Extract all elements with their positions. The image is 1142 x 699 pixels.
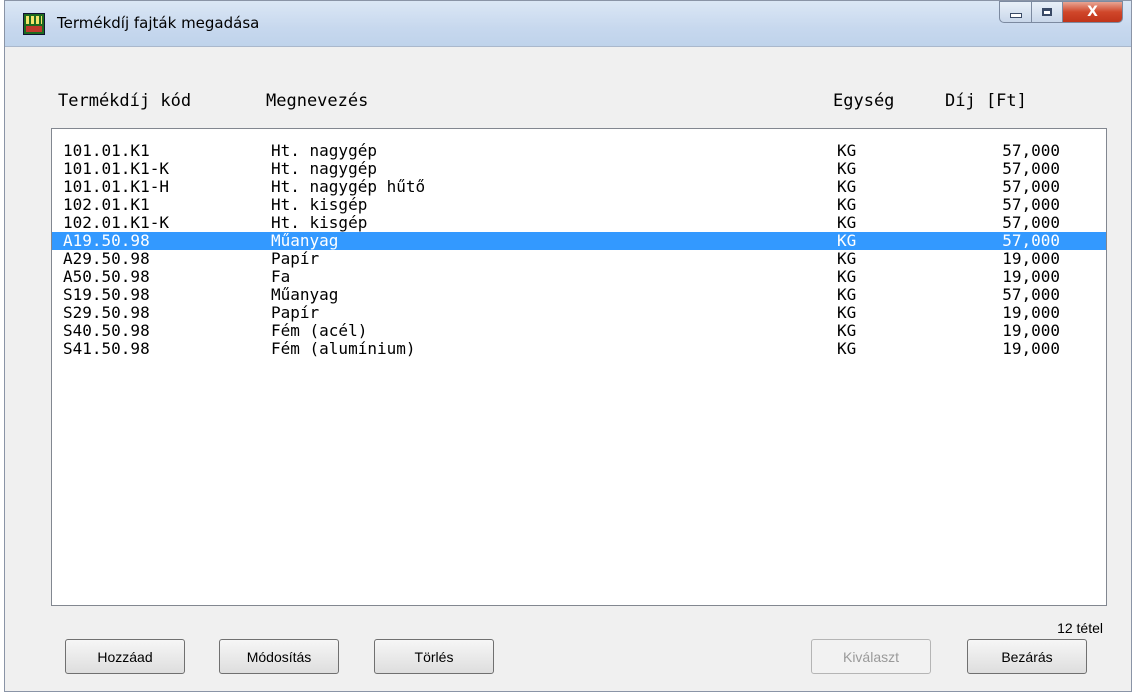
row-code: 102.01.K1-K — [63, 213, 169, 232]
row-fee: 57,000 — [1002, 159, 1060, 178]
list-item[interactable]: S19.50.98 Műanyag KG 57,000 — [52, 286, 1106, 304]
list-item[interactable]: S29.50.98 Papír KG 19,000 — [52, 304, 1106, 322]
row-fee: 19,000 — [1002, 339, 1060, 358]
row-code: A50.50.98 — [63, 267, 150, 286]
row-fee: 19,000 — [1002, 303, 1060, 322]
row-code: S29.50.98 — [63, 303, 150, 322]
row-code: A19.50.98 — [63, 231, 150, 250]
row-name: Ht. nagygép — [271, 141, 377, 160]
list-item[interactable]: A19.50.98 Műanyag KG 57,000 — [52, 232, 1106, 250]
column-header-unit: Egység — [833, 91, 895, 111]
list-item[interactable]: S40.50.98 Fém (acél) KG 19,000 — [52, 322, 1106, 340]
row-unit: KG — [837, 213, 857, 232]
row-name: Műanyag — [271, 285, 339, 304]
row-name: Fém (alumínium) — [271, 339, 416, 358]
close-window-button[interactable]: X — [1063, 1, 1123, 23]
row-name: Ht. kisgép — [271, 213, 368, 232]
row-name: Fa — [271, 267, 291, 286]
column-header-fee: Díj [Ft] — [945, 91, 1027, 111]
row-fee: 57,000 — [1002, 213, 1060, 232]
row-unit: KG — [837, 159, 857, 178]
window-title: Termékdíj fajták megadása — [57, 14, 260, 32]
dialog-window: Termékdíj fajták megadása X Termékdíj kó… — [4, 0, 1132, 692]
row-fee: 57,000 — [1002, 285, 1060, 304]
column-header-name: Megnevezés — [266, 91, 369, 111]
list-item[interactable]: A50.50.98 Fa KG 19,000 — [52, 268, 1106, 286]
row-unit: KG — [837, 267, 857, 286]
maximize-button[interactable] — [1031, 1, 1063, 23]
list-item[interactable]: 102.01.K1-K Ht. kisgép KG 57,000 — [52, 214, 1106, 232]
row-code: 102.01.K1 — [63, 195, 150, 214]
row-unit: KG — [837, 285, 857, 304]
row-fee: 19,000 — [1002, 267, 1060, 286]
row-fee: 57,000 — [1002, 231, 1060, 250]
row-name: Fém (acél) — [271, 321, 368, 340]
row-unit: KG — [837, 177, 857, 196]
row-name: Papír — [271, 303, 320, 322]
minimize-icon — [1009, 12, 1022, 18]
caption-buttons: X — [999, 1, 1123, 25]
product-fee-list[interactable]: 101.01.K1 Ht. nagygép KG 57,000 101.01.K1-K H… — [51, 128, 1107, 606]
column-header-code: Termékdíj kód — [58, 91, 192, 111]
list-item[interactable]: 101.01.K1-K Ht. nagygép KG 57,000 — [52, 160, 1106, 178]
row-code: S40.50.98 — [63, 321, 150, 340]
list-item[interactable]: 101.01.K1 Ht. nagygép KG 57,000 — [52, 142, 1106, 160]
row-code: A29.50.98 — [63, 249, 150, 268]
row-name: Ht. kisgép — [271, 195, 368, 214]
close-icon: X — [1087, 4, 1098, 20]
delete-button[interactable]: Törlés — [374, 639, 494, 674]
row-name: Ht. nagygép — [271, 159, 377, 178]
list-item[interactable]: 101.01.K1-H Ht. nagygép hűtő KG 57,000 — [52, 178, 1106, 196]
row-unit: KG — [837, 249, 857, 268]
row-unit: KG — [837, 141, 857, 160]
list-item[interactable]: 102.01.K1 Ht. kisgép KG 57,000 — [52, 196, 1106, 214]
row-unit: KG — [837, 321, 857, 340]
row-fee: 19,000 — [1002, 321, 1060, 340]
row-code: 101.01.K1-K — [63, 159, 169, 178]
row-name: Műanyag — [271, 231, 339, 250]
maximize-icon — [1042, 8, 1052, 16]
app-icon[interactable] — [23, 13, 45, 35]
list-item[interactable]: A29.50.98 Papír KG 19,000 — [52, 250, 1106, 268]
item-count: 12 tétel — [1057, 620, 1103, 636]
row-name: Ht. nagygép hűtő — [271, 177, 426, 196]
row-unit: KG — [837, 195, 857, 214]
row-unit: KG — [837, 231, 857, 250]
row-code: 101.01.K1-H — [63, 177, 169, 196]
row-fee: 57,000 — [1002, 141, 1060, 160]
modify-button[interactable]: Módosítás — [219, 639, 339, 674]
row-fee: 57,000 — [1002, 195, 1060, 214]
row-unit: KG — [837, 339, 857, 358]
row-unit: KG — [837, 303, 857, 322]
row-fee: 19,000 — [1002, 249, 1060, 268]
close-button[interactable]: Bezárás — [967, 639, 1087, 674]
select-button[interactable]: Kiválaszt — [811, 639, 931, 674]
row-name: Papír — [271, 249, 320, 268]
row-code: 101.01.K1 — [63, 141, 150, 160]
list-item[interactable]: S41.50.98 Fém (alumínium) KG 19,000 — [52, 340, 1106, 358]
add-button[interactable]: Hozzáad — [65, 639, 185, 674]
row-fee: 57,000 — [1002, 177, 1060, 196]
row-code: S19.50.98 — [63, 285, 150, 304]
row-code: S41.50.98 — [63, 339, 150, 358]
minimize-button[interactable] — [999, 1, 1031, 23]
title-bar[interactable]: Termékdíj fajták megadása X — [5, 1, 1131, 47]
